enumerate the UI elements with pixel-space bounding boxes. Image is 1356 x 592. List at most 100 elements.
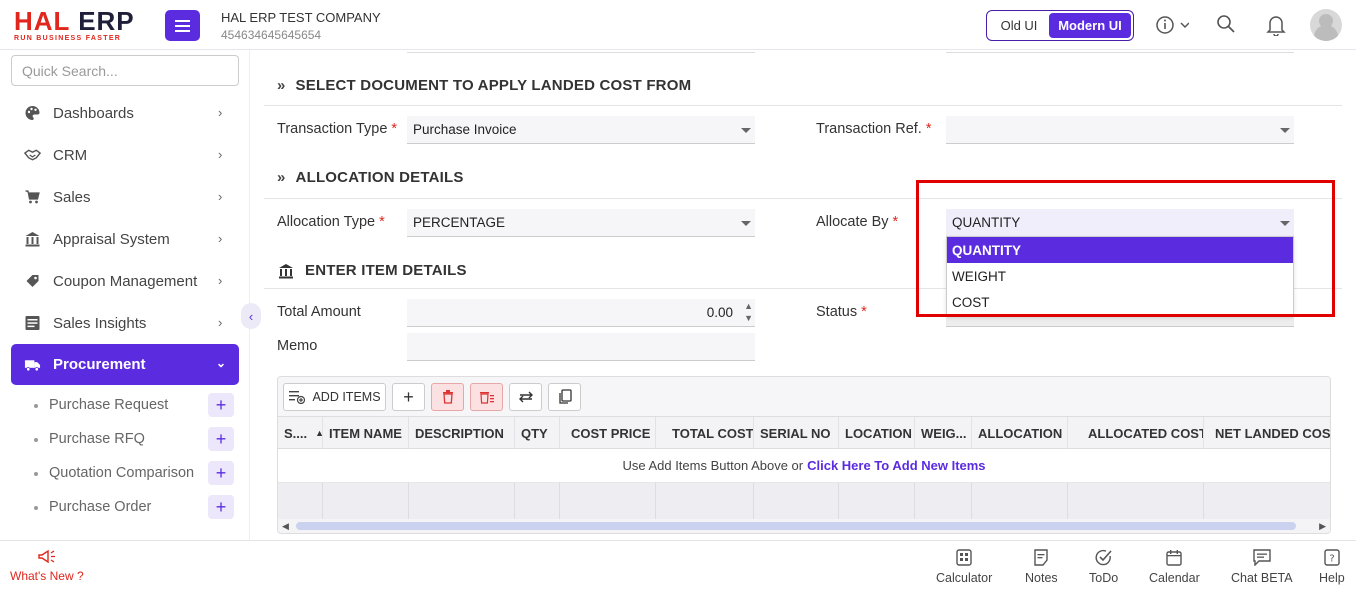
list-add-icon — [289, 391, 306, 404]
sidebar-collapse-button[interactable]: ‹ — [241, 303, 261, 329]
sidebar-item-crm[interactable]: CRM › — [0, 134, 250, 176]
number-spinner[interactable]: ▲ ▼ — [744, 300, 753, 324]
scrollbar-thumb[interactable] — [296, 522, 1296, 530]
hamburger-icon — [175, 24, 190, 27]
subitem-purchase-order[interactable]: Purchase Order + — [0, 490, 250, 524]
transaction-ref-label: Transaction Ref. * — [816, 121, 932, 137]
column-header-weight[interactable]: WEIG... — [915, 417, 972, 449]
copy-button[interactable] — [548, 383, 581, 411]
sidebar-item-sales-insights[interactable]: Sales Insights › — [0, 302, 250, 344]
column-header-item-name[interactable]: ITEM NAME — [323, 417, 409, 449]
whats-new-button[interactable]: What's New ? — [10, 549, 84, 583]
items-grid: ADD ITEMS + S....▲ ITEM NAME — [277, 376, 1331, 534]
chevron-right-icon: › — [218, 231, 223, 246]
scroll-right-icon[interactable]: ▶ — [1319, 519, 1326, 533]
notes-button[interactable]: Notes — [1025, 549, 1058, 585]
sidebar-item-appraisal-system[interactable]: Appraisal System › — [0, 218, 250, 260]
quick-search-input[interactable]: Quick Search... — [11, 55, 239, 86]
column-header-serial[interactable]: S....▲ — [278, 417, 323, 449]
allocation-type-select[interactable]: PERCENTAGE — [407, 209, 755, 237]
calculator-button[interactable]: Calculator — [936, 549, 992, 585]
column-header-allocation[interactable]: ALLOCATION — [972, 417, 1068, 449]
column-header-location[interactable]: LOCATION — [839, 417, 915, 449]
bank-icon — [25, 232, 40, 247]
sidebar-item-sales[interactable]: Sales › — [0, 176, 250, 218]
svg-text:?: ? — [1329, 554, 1334, 565]
chevron-left-icon: ‹ — [248, 308, 254, 324]
transaction-type-select[interactable]: Purchase Invoice — [407, 116, 755, 144]
sidebar-item-label: Coupon Management — [53, 272, 198, 290]
column-header-serial-no[interactable]: SERIAL NO — [754, 417, 839, 449]
plus-icon: + — [403, 386, 414, 407]
horizontal-scrollbar[interactable]: ◀ ▶ — [278, 519, 1330, 533]
add-new-items-link[interactable]: Click Here To Add New Items — [807, 458, 985, 473]
info-menu-button[interactable] — [1155, 14, 1190, 39]
add-purchase-order-button[interactable]: + — [208, 495, 234, 519]
chat-button[interactable]: Chat BETA — [1231, 549, 1293, 585]
sidebar-nav: Dashboards › CRM › Sales › Appraisal Sys… — [0, 92, 250, 524]
subitem-label: Purchase Order — [49, 499, 152, 515]
todo-button[interactable]: ToDo — [1089, 549, 1118, 585]
add-purchase-request-button[interactable]: + — [208, 393, 234, 417]
footer-cell — [972, 483, 1068, 519]
spin-up-icon[interactable]: ▲ — [744, 300, 753, 312]
transaction-ref-select[interactable] — [946, 116, 1294, 144]
sidebar-item-procurement[interactable]: Procurement ⌄ — [11, 344, 239, 385]
add-items-label: ADD ITEMS — [312, 390, 381, 404]
trash-icon — [442, 390, 453, 404]
logo-text-hal: HAL — [14, 6, 70, 36]
total-amount-input[interactable]: 0.00 ▲ ▼ — [407, 299, 755, 327]
column-header-allocated-cost[interactable]: ALLOCATED COST — [1068, 417, 1204, 449]
double-chevron-icon: » — [277, 77, 286, 94]
subitem-quotation-comparison[interactable]: Quotation Comparison + — [0, 456, 250, 490]
old-ui-button[interactable]: Old UI — [989, 18, 1049, 33]
spin-down-icon[interactable]: ▼ — [744, 312, 753, 324]
column-header-total-cost[interactable]: TOTAL COST — [656, 417, 754, 449]
cart-icon — [25, 190, 40, 204]
hamburger-menu-button[interactable] — [165, 10, 200, 41]
add-quotation-comparison-button[interactable]: + — [208, 461, 234, 485]
swap-arrows-icon — [518, 391, 533, 403]
caret-down-icon — [741, 221, 751, 226]
bank-icon — [279, 263, 293, 278]
section-select-document: » SELECT DOCUMENT TO APPLY LANDED COST F… — [277, 77, 691, 94]
memo-input[interactable] — [407, 333, 755, 361]
subitem-purchase-request[interactable]: Purchase Request + — [0, 388, 250, 422]
previous-field-underline — [946, 52, 1294, 53]
footer-cell — [915, 483, 972, 519]
footer-cell — [278, 483, 323, 519]
search-icon — [1217, 15, 1235, 33]
column-header-cost-price[interactable]: COST PRICE — [560, 417, 656, 449]
modern-ui-button[interactable]: Modern UI — [1049, 13, 1131, 38]
notes-icon — [1034, 549, 1049, 566]
notifications-button[interactable] — [1266, 14, 1286, 39]
calendar-button[interactable]: Calendar — [1149, 549, 1200, 585]
column-header-qty[interactable]: QTY — [515, 417, 560, 449]
chat-icon — [1253, 549, 1271, 566]
add-items-button[interactable]: ADD ITEMS — [283, 383, 386, 411]
truck-icon — [24, 360, 41, 372]
delete-selected-button[interactable] — [470, 383, 503, 411]
add-row-button[interactable]: + — [392, 383, 425, 411]
user-avatar[interactable] — [1310, 9, 1342, 41]
column-header-net-landed-cost[interactable]: NET LANDED COST — [1204, 417, 1330, 449]
sidebar-item-label: Sales — [53, 188, 91, 206]
sidebar-item-dashboards[interactable]: Dashboards › — [0, 92, 250, 134]
swap-button[interactable] — [509, 383, 542, 411]
allocate-by-label: Allocate By * — [816, 214, 899, 230]
footer-cell — [754, 483, 839, 519]
total-amount-label: Total Amount — [277, 304, 361, 320]
calendar-icon — [1166, 550, 1183, 566]
double-chevron-icon: » — [277, 169, 286, 186]
hal-erp-logo[interactable]: HAL ERP RUN BUSINESS FASTER — [14, 8, 149, 44]
sidebar-item-coupon-management[interactable]: Coupon Management › — [0, 260, 250, 302]
tag-icon — [26, 275, 39, 287]
scroll-left-icon[interactable]: ◀ — [282, 519, 289, 533]
add-purchase-rfq-button[interactable]: + — [208, 427, 234, 451]
delete-row-button[interactable] — [431, 383, 464, 411]
footer-cell — [839, 483, 915, 519]
help-button[interactable]: ? Help — [1319, 549, 1345, 585]
search-button[interactable] — [1216, 14, 1236, 37]
column-header-description[interactable]: DESCRIPTION — [409, 417, 515, 449]
subitem-purchase-rfq[interactable]: Purchase RFQ + — [0, 422, 250, 456]
